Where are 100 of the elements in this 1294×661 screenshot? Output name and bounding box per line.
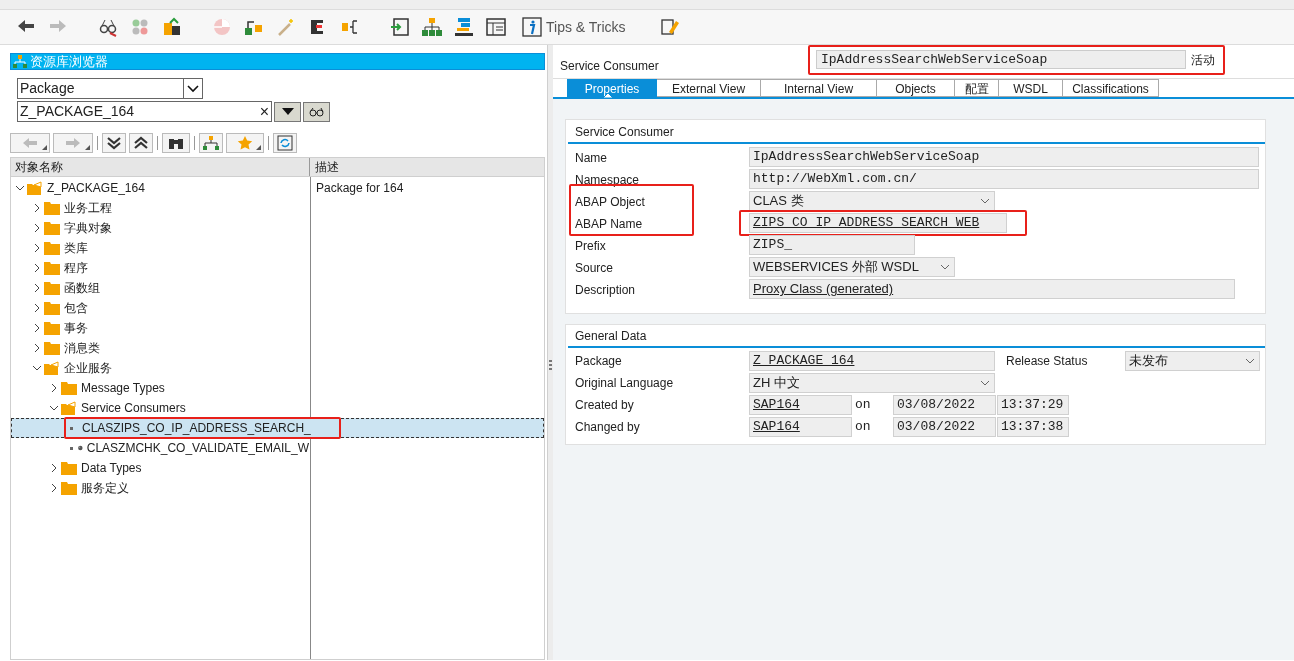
- section-title: General Data: [568, 325, 1265, 348]
- chevron-down-icon[interactable]: [15, 183, 25, 193]
- tree-item[interactable]: 类库: [63, 239, 89, 257]
- chevron-down-icon: [980, 198, 990, 204]
- chevron-down-icon[interactable]: [32, 363, 42, 373]
- tree-item[interactable]: 字典对象: [63, 219, 113, 237]
- chevron-down-icon: [1245, 358, 1255, 364]
- tree-item[interactable]: 事务: [63, 319, 89, 337]
- back-arrow-icon: [22, 137, 38, 149]
- tree-item[interactable]: 服务定义: [80, 479, 130, 497]
- chevron-right-icon[interactable]: [32, 343, 42, 353]
- tree-item[interactable]: Data Types: [80, 459, 143, 477]
- tree-item[interactable]: Message Types: [80, 379, 166, 397]
- chevron-right-icon[interactable]: [49, 483, 59, 493]
- service-consumer-field[interactable]: IpAddressSearchWebServiceSoap: [816, 50, 1186, 69]
- notepad-icon[interactable]: [659, 17, 680, 37]
- refresh-button[interactable]: [273, 133, 297, 153]
- link-field[interactable]: ZIPS_CO_IP_ADDRESS_SEARCH_WEB: [749, 213, 1007, 233]
- chevron-right-icon[interactable]: [32, 203, 42, 213]
- tab[interactable]: Internal View: [761, 79, 877, 97]
- star-icon: [237, 135, 253, 151]
- field-label: ABAP Object: [574, 194, 646, 211]
- glasses-icon: [308, 106, 325, 117]
- chevron-right-icon[interactable]: [32, 243, 42, 253]
- dropdown-field[interactable]: 未发布: [1125, 351, 1260, 371]
- tips-button[interactable]: Tips & Tricks: [522, 16, 626, 38]
- corner-triangle-icon: [256, 145, 261, 150]
- chevron-right-icon[interactable]: [32, 223, 42, 233]
- clear-button[interactable]: ×: [259, 103, 269, 120]
- splitter-grip-icon[interactable]: [549, 360, 552, 372]
- text-field[interactable]: http://WebXml.com.cn/: [749, 169, 1259, 189]
- stack-icon[interactable]: [454, 17, 474, 37]
- tab[interactable]: External View: [657, 79, 761, 97]
- tree-item[interactable]: Service Consumers: [80, 399, 187, 417]
- open-folder-icon: [61, 401, 77, 415]
- tab[interactable]: Classifications: [1063, 79, 1159, 97]
- link-field[interactable]: Proxy Class (generated): [749, 279, 1235, 299]
- hierarchy-icon: [203, 135, 219, 151]
- folder-icon: [44, 341, 60, 355]
- folder-icon: [44, 321, 60, 335]
- dropdown-button[interactable]: [274, 101, 301, 122]
- expand-all-button[interactable]: [102, 133, 126, 153]
- tree-item[interactable]: 函数组: [63, 279, 101, 297]
- text-field[interactable]: 03/08/2022: [893, 417, 996, 437]
- chevron-right-icon[interactable]: [32, 263, 42, 273]
- chevron-right-icon[interactable]: [32, 323, 42, 333]
- org-chart-icon[interactable]: [422, 17, 442, 37]
- layout-icon[interactable]: [486, 17, 506, 37]
- object-type-dropdown[interactable]: Package: [17, 78, 203, 99]
- import-icon[interactable]: [390, 17, 410, 37]
- dropdown-field[interactable]: CLAS 类: [749, 191, 995, 211]
- sort-button[interactable]: [199, 133, 223, 153]
- chevron-right-icon[interactable]: [32, 303, 42, 313]
- tab[interactable]: 配置: [955, 79, 999, 97]
- tree-item[interactable]: 消息类: [63, 339, 101, 357]
- dropdown-field[interactable]: ZH 中文: [749, 373, 995, 393]
- text-field[interactable]: 13:37:38: [997, 417, 1069, 437]
- section-title: Service Consumer: [568, 120, 1265, 144]
- tree-item[interactable]: 程序: [63, 259, 89, 277]
- tree-item[interactable]: 企业服务: [63, 359, 113, 377]
- glasses-icon[interactable]: [98, 17, 118, 37]
- text-field[interactable]: 13:37:29: [997, 395, 1069, 415]
- field-label: Prefix: [574, 238, 607, 255]
- field-label: on: [854, 396, 872, 415]
- tab[interactable]: Properties: [567, 79, 657, 97]
- link-field[interactable]: SAP164: [749, 395, 852, 415]
- field-label: Changed by: [574, 419, 641, 436]
- chevron-down-icon[interactable]: [49, 403, 59, 413]
- info-icon: [522, 17, 542, 37]
- boxes-icon[interactable]: [162, 17, 182, 37]
- tree-item[interactable]: 包含: [63, 299, 89, 317]
- field-label: Service Consumer: [560, 57, 660, 75]
- tree-item[interactable]: 业务工程: [63, 199, 113, 217]
- chevron-right-icon[interactable]: [32, 283, 42, 293]
- text-field[interactable]: 03/08/2022: [893, 395, 996, 415]
- object-name-field[interactable]: Z_PACKAGE_164 ×: [17, 101, 272, 122]
- tab[interactable]: WSDL: [999, 79, 1063, 97]
- field-label: Name: [574, 150, 608, 167]
- link-field[interactable]: Z_PACKAGE_164: [749, 351, 995, 371]
- chevron-right-icon[interactable]: [49, 463, 59, 473]
- forward-arrow-icon: [65, 137, 81, 149]
- text-field[interactable]: IpAddressSearchWebServiceSoap: [749, 147, 1259, 167]
- link-field[interactable]: SAP164: [749, 417, 852, 437]
- dropdown-field[interactable]: WEBSERVICES 外部 WSDL: [749, 257, 955, 277]
- chevron-right-icon[interactable]: [49, 383, 59, 393]
- corner-triangle-icon: [42, 145, 47, 150]
- folder-icon: [44, 241, 60, 255]
- tree-item[interactable]: CLASZMCHK_CO_VALIDATE_EMAIL_W: [85, 439, 310, 457]
- corner-triangle-icon: [85, 145, 90, 150]
- open-folder-icon: [27, 181, 43, 195]
- find-button[interactable]: [162, 133, 190, 153]
- chevron-down-icon: [940, 264, 950, 270]
- tab[interactable]: Objects: [877, 79, 955, 97]
- tree-item[interactable]: Z_PACKAGE_164: [46, 179, 146, 197]
- field-label: Description: [574, 282, 637, 299]
- text-field[interactable]: ZIPS_: [749, 235, 915, 255]
- display-button[interactable]: [303, 101, 330, 122]
- collapse-all-button[interactable]: [129, 133, 153, 153]
- folder-icon: [44, 281, 60, 295]
- field-label: ABAP Name: [574, 216, 644, 233]
